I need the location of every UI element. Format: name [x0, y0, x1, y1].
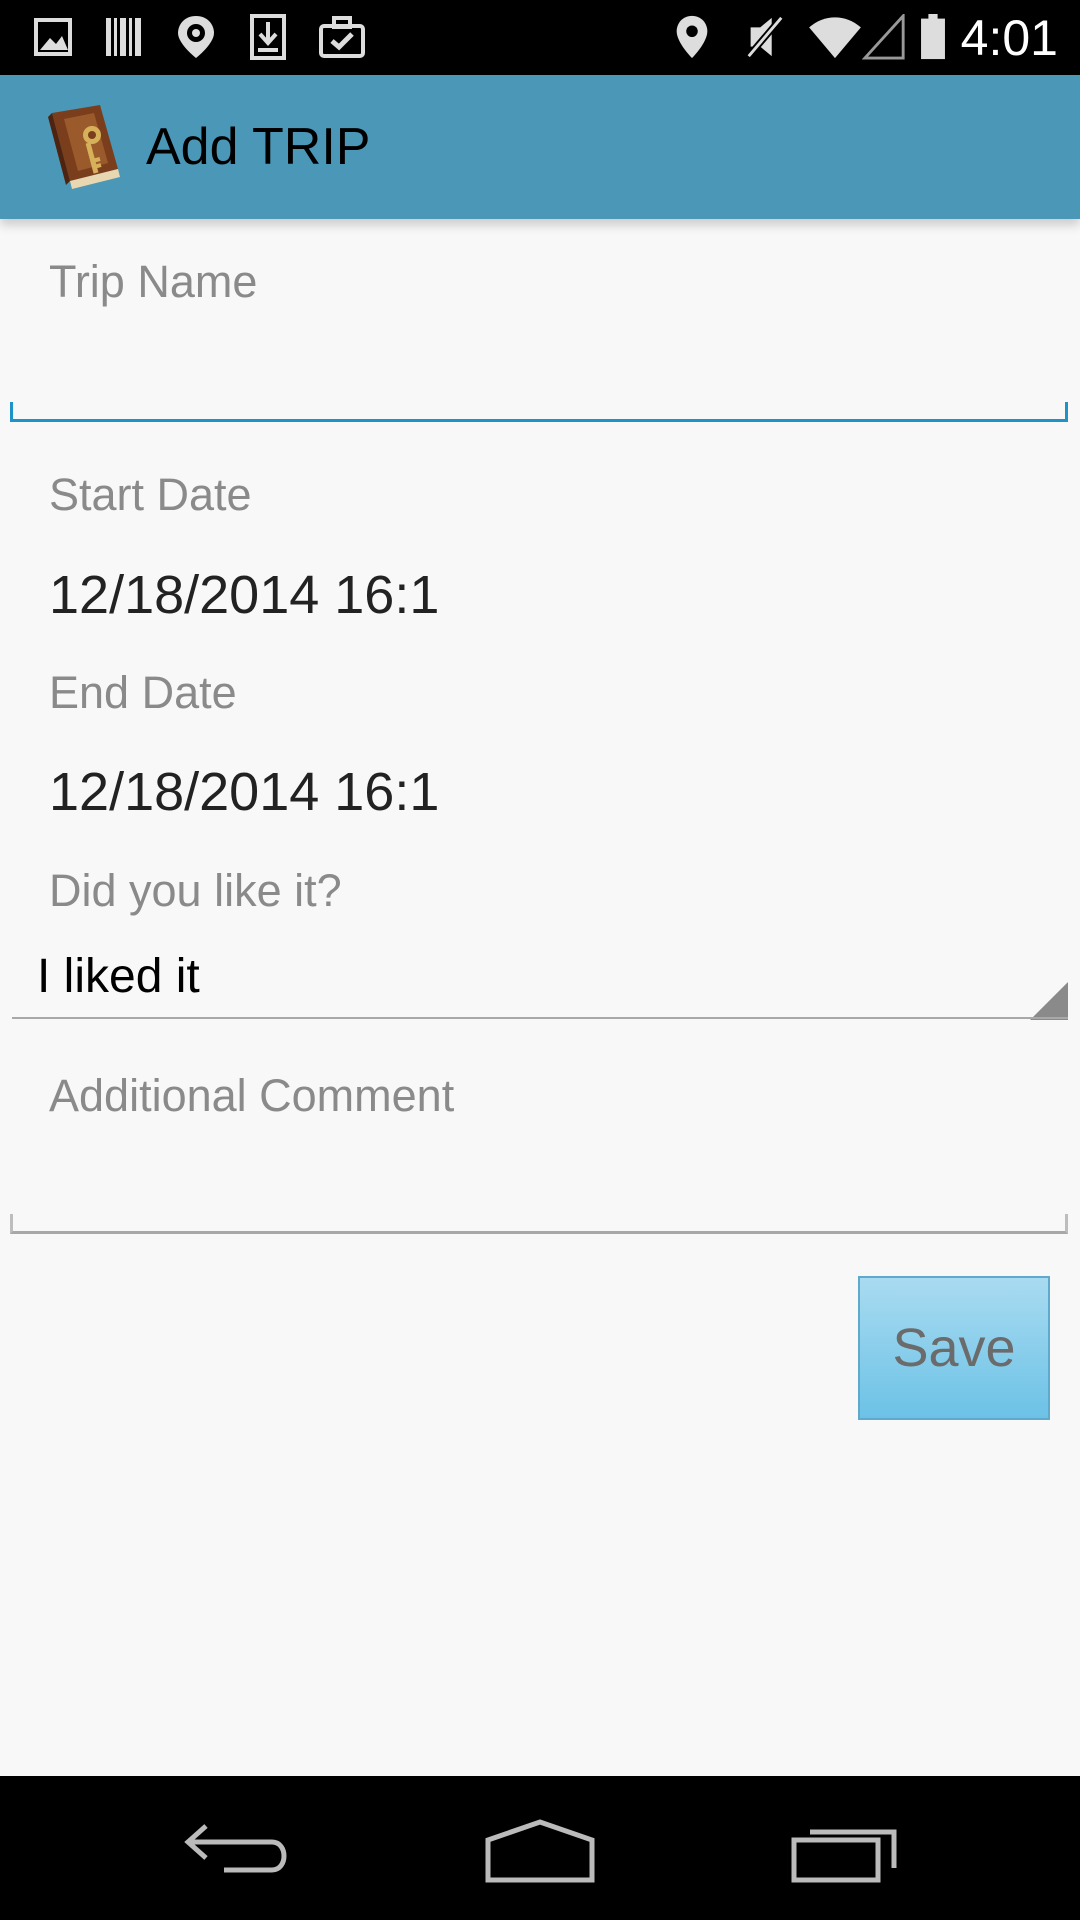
- mute-icon: [746, 15, 784, 59]
- location-target-icon: [178, 16, 214, 58]
- trip-name-underline: [10, 402, 1068, 422]
- trip-name-label: Trip Name: [49, 256, 258, 307]
- start-date-field[interactable]: 12/18/2014 16:1: [49, 563, 439, 627]
- page-title: Add TRIP: [146, 118, 371, 176]
- start-date-label: Start Date: [49, 469, 252, 520]
- comment-label: Additional Comment: [49, 1070, 455, 1121]
- action-bar: Add TRIP: [0, 75, 1080, 219]
- rating-underline: [12, 1017, 1068, 1019]
- rating-selected-value: I liked it: [37, 950, 200, 1003]
- save-button[interactable]: Save: [858, 1276, 1050, 1420]
- barcode-icon: [106, 18, 141, 56]
- home-icon[interactable]: [475, 1812, 605, 1884]
- signal-icon: [862, 14, 905, 60]
- battery-icon: [921, 14, 945, 60]
- book-key-icon[interactable]: [34, 99, 130, 195]
- navigation-bar: [0, 1776, 1080, 1920]
- wifi-icon: [809, 17, 861, 59]
- download-icon: [250, 14, 286, 60]
- status-bar: 4:01: [0, 0, 1080, 75]
- rating-dropdown[interactable]: I liked it: [10, 940, 1068, 1020]
- back-icon[interactable]: [176, 1812, 306, 1884]
- briefcase-check-icon: [319, 16, 365, 58]
- location-pin-icon: [676, 15, 708, 59]
- dropdown-arrow-icon: [1030, 982, 1068, 1020]
- recent-apps-icon[interactable]: [780, 1812, 910, 1884]
- clock: 4:01: [960, 10, 1058, 66]
- end-date-label: End Date: [49, 667, 237, 718]
- comment-underline: [10, 1214, 1068, 1234]
- rating-label: Did you like it?: [49, 865, 342, 916]
- gallery-icon: [34, 18, 72, 56]
- end-date-field[interactable]: 12/18/2014 16:1: [49, 760, 439, 824]
